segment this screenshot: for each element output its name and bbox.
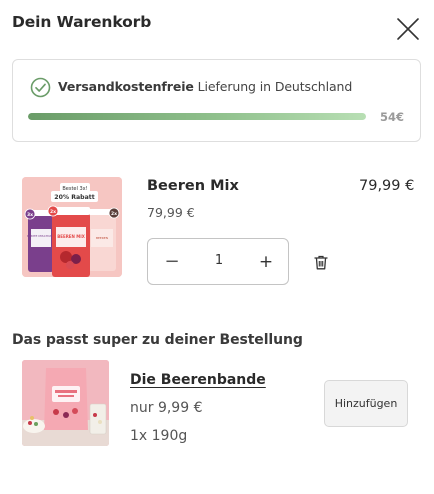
cart-title: Dein Warenkorb [12, 13, 152, 31]
add-to-cart-button[interactable]: Hinzufügen [324, 380, 408, 427]
product-image-jar-label-2: BEEREN MIX [57, 234, 85, 239]
trash-icon[interactable] [314, 255, 328, 270]
product-image: Bestel 3x! 20% Rabatt BUNTE MISCHUNG 3x … [22, 177, 122, 277]
upsell-product-price: nur 9,99 € [130, 400, 203, 416]
product-image-count-1: 3x [27, 212, 33, 218]
free-shipping-banner: Versandkostenfreie Lieferung in Deutschl… [12, 59, 421, 142]
product-image-jar-label-3: BEEREN [96, 236, 108, 240]
upsell-product-image [22, 360, 109, 446]
product-total-price: 79,99 € [359, 178, 415, 194]
product-name: Beeren Mix [147, 178, 239, 194]
product-image-discount: 20% Rabatt [54, 194, 94, 201]
shipping-message: Versandkostenfreie Lieferung in Deutschl… [58, 79, 352, 94]
shipping-message-rest: Lieferung in Deutschland [193, 79, 353, 94]
close-icon[interactable] [395, 16, 421, 42]
shipping-threshold: 54€ [380, 110, 405, 124]
upsell-product-size: 1x 190g [130, 428, 188, 444]
product-unit-price: 79,99 € [147, 205, 195, 220]
quantity-increase-button[interactable]: + [255, 251, 277, 273]
shipping-progress-fill [28, 113, 366, 120]
upsell-product-name[interactable]: Die Beerenbande [130, 372, 266, 388]
upsell-heading: Das passt super zu deiner Bestellung [12, 332, 303, 348]
quantity-decrease-button[interactable]: − [162, 251, 182, 273]
product-image-jar-label-1: BUNTE MISCHUNG [27, 234, 55, 238]
product-image-count-3: 2x [111, 211, 117, 217]
quantity-stepper: − 1 + [147, 238, 289, 285]
shipping-progress-bar [28, 113, 366, 120]
check-circle-icon [30, 77, 51, 98]
product-image-count-2: 2x [50, 209, 56, 215]
shipping-message-bold: Versandkostenfreie [58, 79, 194, 94]
quantity-value[interactable]: 1 [203, 253, 235, 268]
